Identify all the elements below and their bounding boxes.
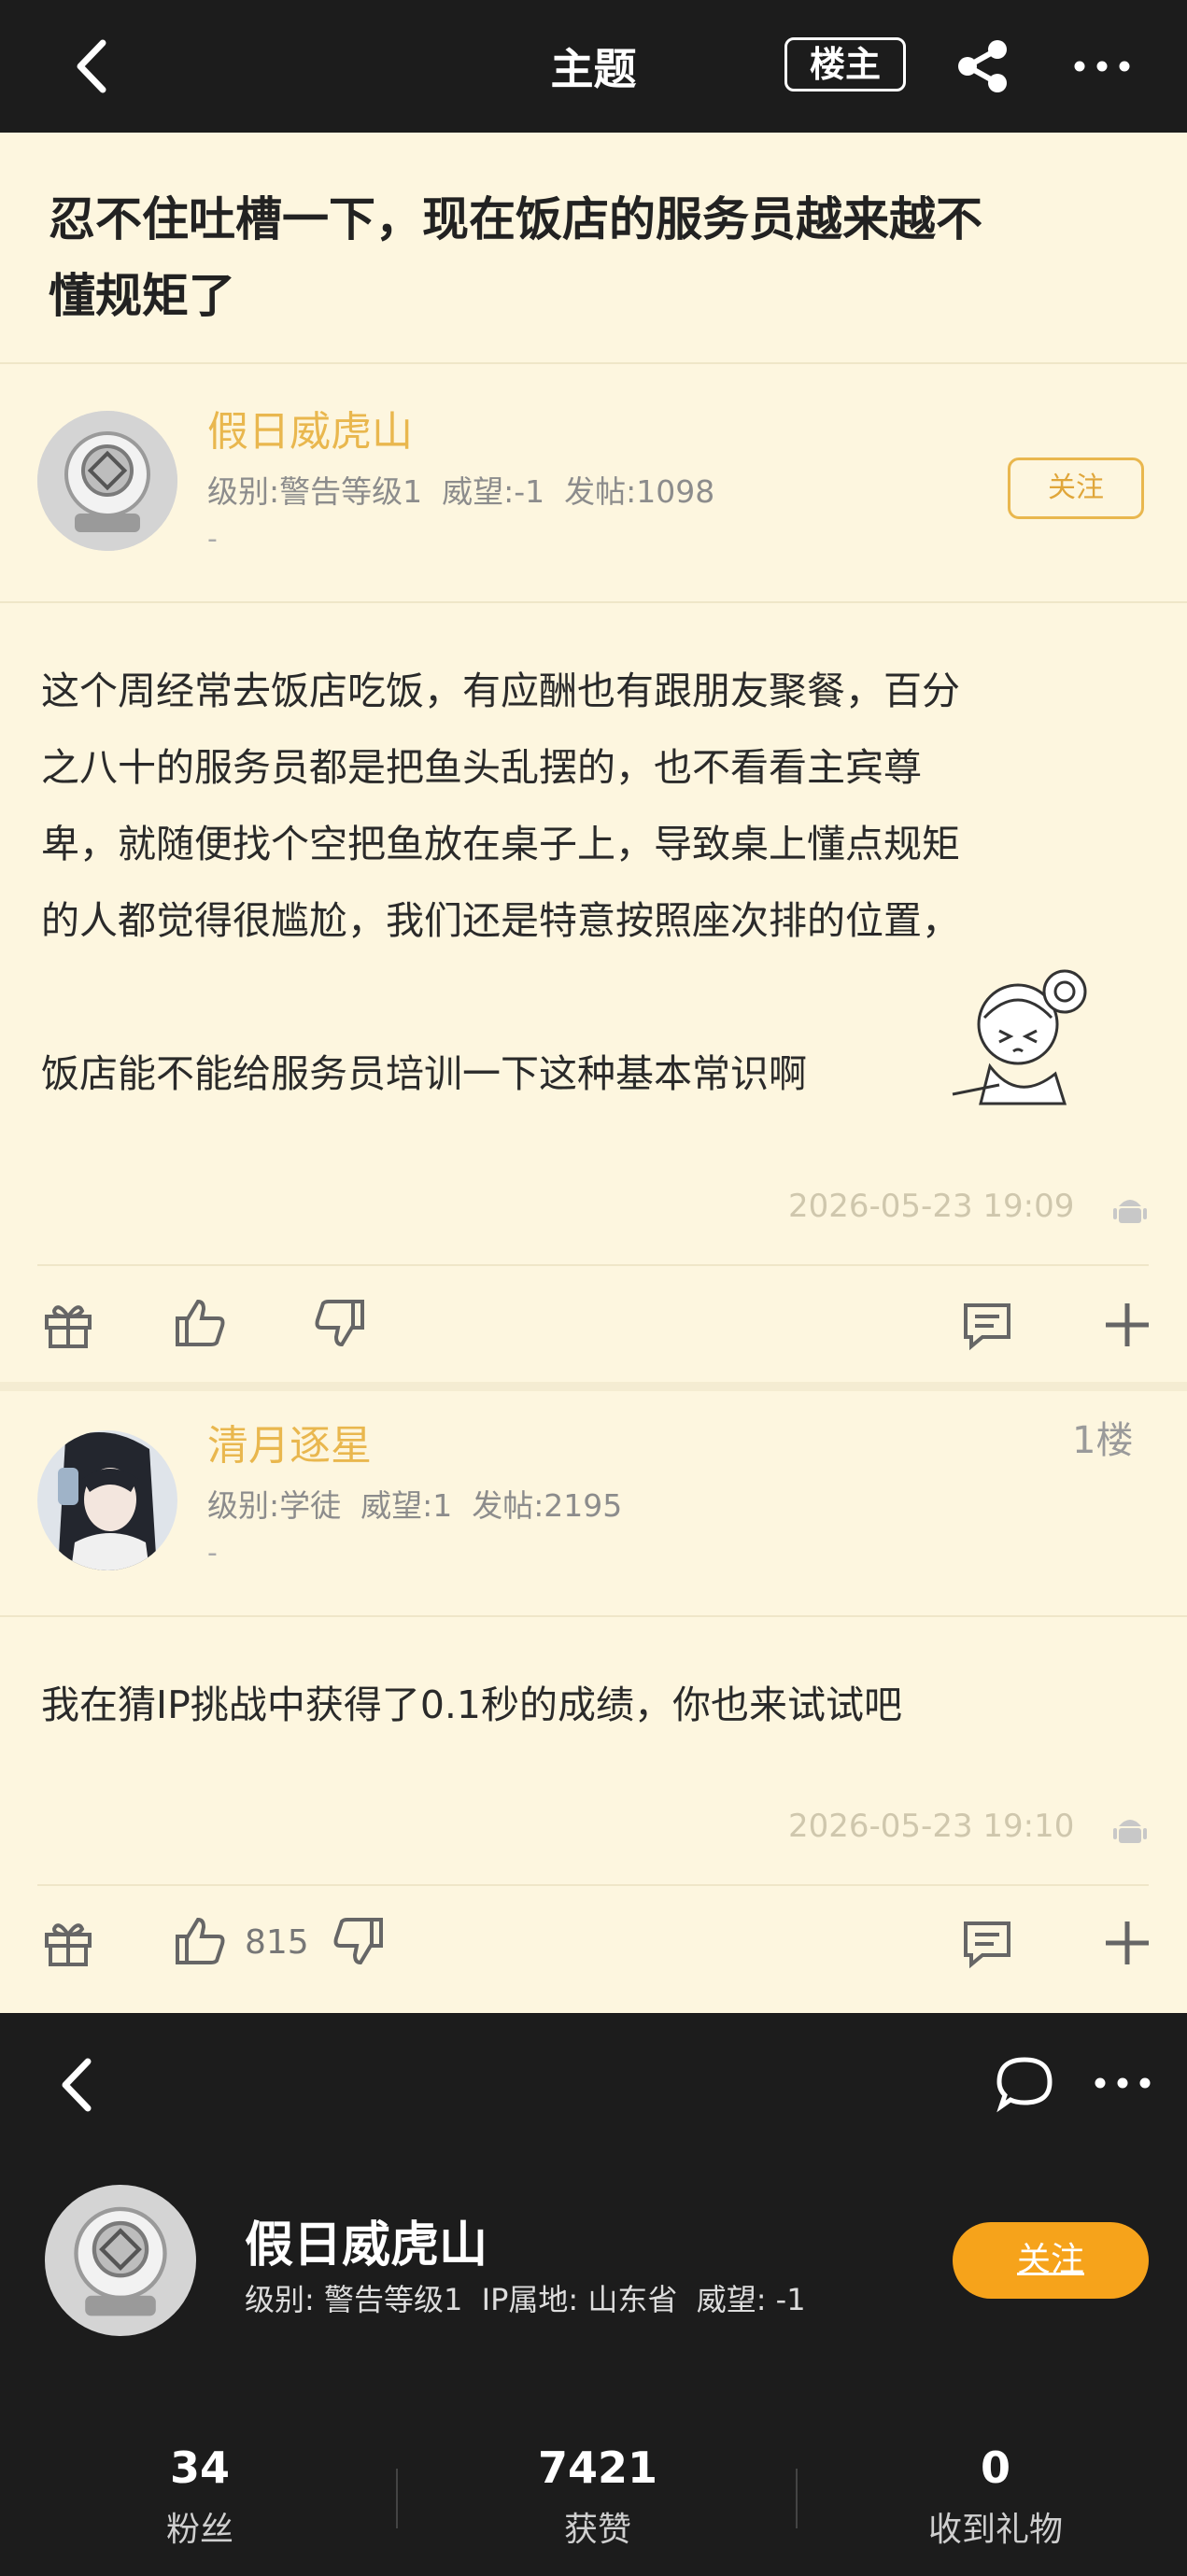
reply-username[interactable]: 清月逐星 xyxy=(207,1412,372,1471)
android-icon xyxy=(1111,1191,1149,1229)
divider xyxy=(396,2469,398,2528)
reply-timestamp: 2026-05-23 19:10 xyxy=(788,1808,1075,1845)
top-navigation-bar: 主题 楼主 xyxy=(0,0,1187,133)
reply-user-meta: 级别:学徒 威望:1 发帖:2195 xyxy=(207,1487,623,1524)
gift-icon[interactable] xyxy=(41,1916,95,1970)
post-body-line: 之八十的服务员都是把鱼头乱摆的，也不看看主宾尊 xyxy=(41,745,922,790)
stat-value: 34 xyxy=(169,2442,230,2493)
back-arrow-icon[interactable] xyxy=(47,2052,112,2118)
dislike-icon[interactable] xyxy=(312,1296,366,1350)
gift-icon[interactable] xyxy=(41,1298,95,1352)
divider xyxy=(0,362,1187,364)
profile-avatar[interactable] xyxy=(45,2185,196,2336)
reply-signature: - xyxy=(207,1537,218,1570)
divider xyxy=(0,601,1187,603)
profile-username: 假日威虎山 xyxy=(245,2217,488,2273)
add-icon[interactable] xyxy=(1100,1916,1154,1970)
more-options-icon[interactable] xyxy=(1065,35,1139,97)
message-icon[interactable] xyxy=(994,2052,1055,2114)
dislike-icon[interactable] xyxy=(331,1914,385,1968)
stat-gifts[interactable]: 0 收到礼物 xyxy=(874,2442,1117,2551)
post-body-line: 卑，就随便找个空把鱼放在桌子上，导致桌上懂点规矩 xyxy=(41,822,960,866)
stat-label: 粉丝 xyxy=(165,2511,233,2549)
thread-title-line: 懂规矩了 xyxy=(49,269,235,323)
divider xyxy=(37,1264,1149,1266)
back-arrow-icon[interactable] xyxy=(62,34,127,99)
android-icon xyxy=(1111,1811,1149,1849)
post-action-bar xyxy=(0,1275,1187,1378)
post-body-line: 的人都觉得很尴尬，我们还是特意按照座次排的位置， xyxy=(41,898,960,943)
divider xyxy=(37,1884,1149,1886)
post-body-line: 饭店能不能给服务员培训一下这种基本常识啊 xyxy=(41,1051,807,1096)
divider xyxy=(0,1615,1187,1617)
op-avatar[interactable] xyxy=(37,411,177,551)
post-timestamp: 2026-05-23 19:09 xyxy=(788,1188,1075,1225)
user-profile-panel: 假日威虎山 级别: 警告等级1 IP属地: 山东省 威望: -1 关注 34 粉… xyxy=(0,2013,1187,2576)
divider xyxy=(796,2469,798,2528)
thread-title-line: 忍不住吐槽一下，现在饭店的服务员越来越不 xyxy=(49,192,982,246)
stat-fans[interactable]: 34 粉丝 xyxy=(78,2442,321,2551)
like-icon[interactable] xyxy=(174,1914,228,1968)
add-icon[interactable] xyxy=(1100,1298,1154,1352)
stat-value: 0 xyxy=(980,2442,1010,2493)
op-signature: - xyxy=(207,523,218,556)
anime-sticker-image xyxy=(943,954,1111,1122)
thread-page: 忍不住吐槽一下，现在饭店的服务员越来越不 懂规矩了 假日威虎山 级别:警告等级1… xyxy=(0,133,1187,2013)
stat-label: 收到礼物 xyxy=(927,2511,1063,2549)
share-icon[interactable] xyxy=(951,35,1016,97)
floor-number: 1楼 xyxy=(1072,1419,1134,1462)
stat-label: 获赞 xyxy=(563,2511,631,2549)
stat-value: 7421 xyxy=(537,2442,658,2493)
op-username[interactable]: 假日威虎山 xyxy=(207,398,413,457)
profile-follow-button[interactable]: 关注 xyxy=(953,2222,1149,2299)
post-body-line: 这个周经常去饭店吃饭，有应酬也有跟朋友聚餐，百分 xyxy=(41,669,960,713)
reply-action-bar: 815 xyxy=(0,1895,1187,1998)
op-user-meta: 级别:警告等级1 威望:-1 发帖:1098 xyxy=(207,473,715,510)
only-op-button[interactable]: 楼主 xyxy=(784,37,906,91)
reply-body: 我在猜IP挑战中获得了0.1秒的成绩，你也来试试吧 xyxy=(41,1682,903,1727)
section-gap xyxy=(0,1382,1187,1391)
like-count: 815 xyxy=(245,1923,309,1962)
thread-title: 忍不住吐槽一下，现在饭店的服务员越来越不 懂规矩了 xyxy=(49,181,1141,334)
more-options-icon[interactable] xyxy=(1087,2052,1162,2114)
like-icon[interactable] xyxy=(174,1296,228,1350)
profile-meta: 级别: 警告等级1 IP属地: 山东省 威望: -1 xyxy=(245,2282,806,2317)
comment-icon[interactable] xyxy=(960,1298,1014,1352)
reply-avatar[interactable] xyxy=(37,1430,177,1570)
comment-icon[interactable] xyxy=(960,1916,1014,1970)
stat-likes[interactable]: 7421 获赞 xyxy=(476,2442,719,2551)
follow-button[interactable]: 关注 xyxy=(1008,457,1144,519)
